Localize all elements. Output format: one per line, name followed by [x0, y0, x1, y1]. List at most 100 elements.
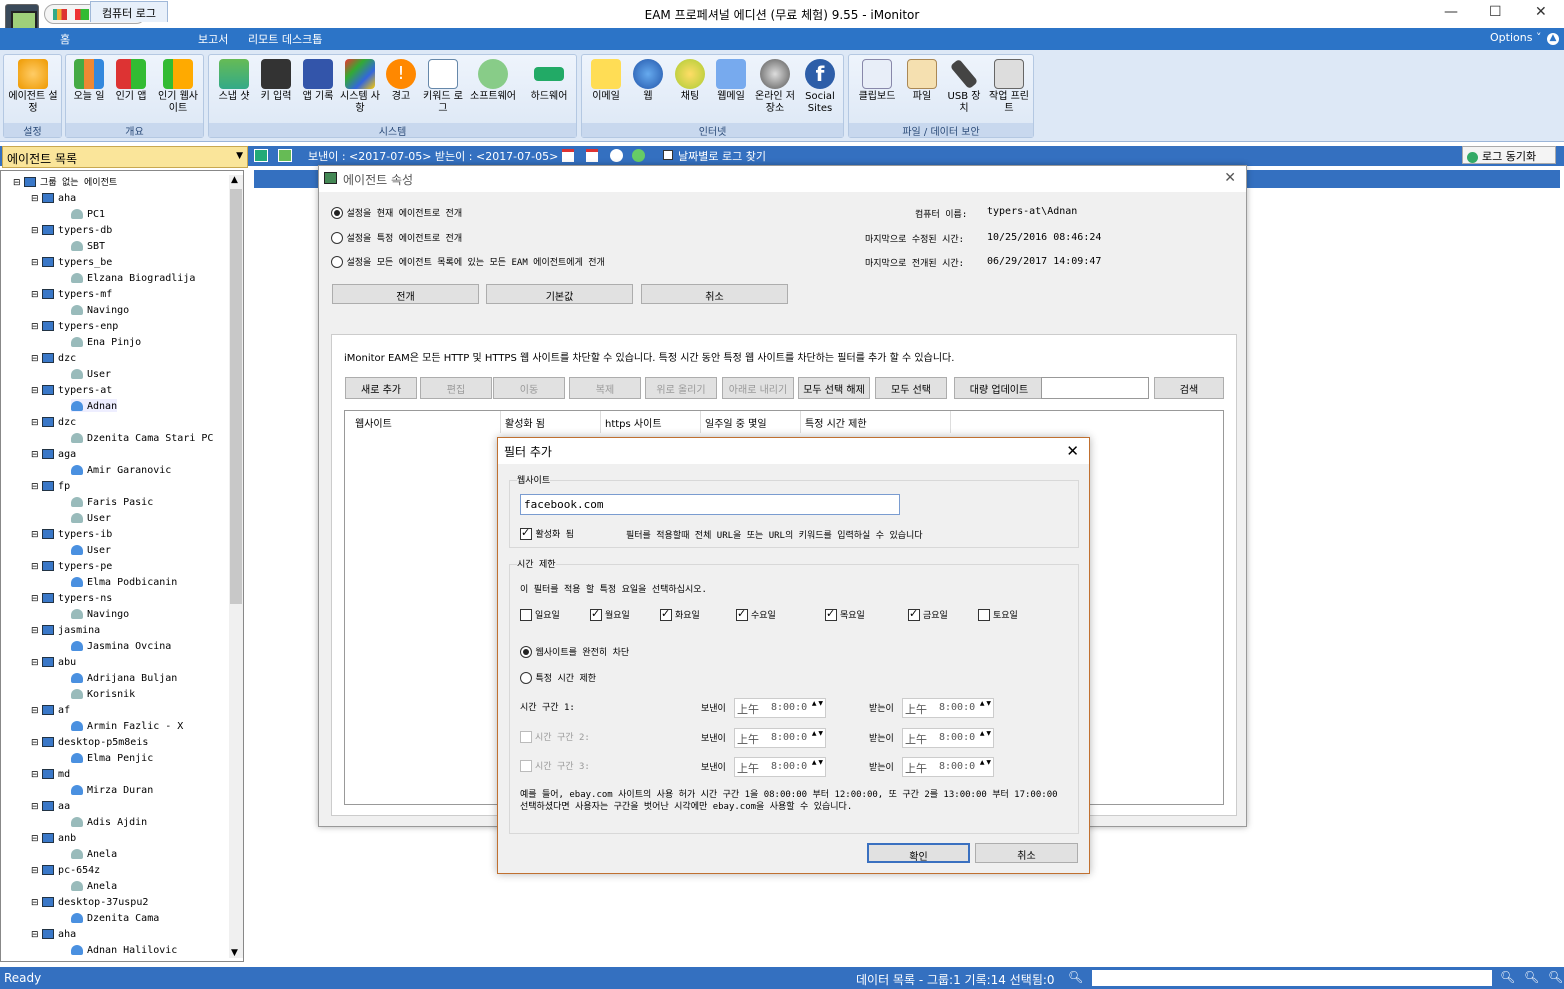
action-button[interactable]: 편집 [420, 377, 492, 399]
calendar-icon[interactable] [562, 149, 574, 162]
scroll-up-icon[interactable]: ▲ [231, 175, 238, 185]
go-icon[interactable] [632, 149, 645, 162]
action-button[interactable]: 이동 [493, 377, 565, 399]
dropdown-icon[interactable]: ▼ [236, 151, 243, 161]
tree-user[interactable]: SBT [71, 239, 105, 252]
checkbox[interactable] [660, 607, 672, 621]
tree-computer[interactable]: ⊟ typers-mf [31, 287, 112, 300]
tree-user[interactable]: PC1 [71, 207, 105, 220]
cancel-button[interactable]: 취소 [975, 843, 1078, 863]
spinner-icon[interactable]: ▲ ▼ [812, 729, 823, 738]
day-checkbox[interactable]: 화요일 [660, 607, 700, 621]
collapse-icon[interactable]: ⊟ [31, 930, 39, 940]
tree-computer[interactable]: ⊟ aga [31, 447, 76, 460]
snapshot-button[interactable]: 스냅 샷 [215, 59, 253, 103]
zoom-out-icon[interactable]: 🔍︎ [1500, 970, 1515, 984]
file-button[interactable]: 파일 [903, 59, 941, 103]
deploy-specific-option[interactable]: 설정을 특정 에이전트로 전개 [331, 231, 462, 244]
column-header[interactable]: 특정 시간 제한 [801, 411, 951, 433]
from-time-input[interactable]: 上午 8:00:0 ▲ ▼ [734, 698, 826, 718]
tree-user[interactable]: Anela [71, 879, 117, 892]
tree-user[interactable]: User [71, 367, 111, 380]
checkbox[interactable] [520, 526, 532, 540]
day-checkbox[interactable]: 목요일 [825, 607, 865, 621]
action-button[interactable]: 아래로 내리기 [722, 377, 794, 399]
deploy-current-option[interactable]: 설정을 현재 에이전트로 전개 [331, 206, 462, 219]
day-checkbox[interactable]: 수요일 [736, 607, 776, 621]
collapse-icon[interactable]: ⊟ [31, 386, 39, 396]
collapse-icon[interactable]: ⊟ [31, 802, 39, 812]
collapse-icon[interactable]: ⊟ [31, 290, 39, 300]
collapse-icon[interactable]: ⊟ [31, 738, 39, 748]
day-checkbox[interactable]: 토요일 [978, 608, 1018, 621]
column-header[interactable]: 웹사이트 [351, 411, 501, 433]
tree-computer[interactable]: ⊟ typers-pe [31, 559, 112, 572]
keystrokes-button[interactable]: 키 입력 [255, 59, 297, 103]
interval-checkbox[interactable] [520, 731, 532, 743]
tree-computer[interactable]: ⊟ typers-ib [31, 527, 112, 540]
collapse-icon[interactable]: ⊟ [31, 898, 39, 908]
spinner-icon[interactable]: ▲ ▼ [980, 729, 991, 738]
dialog-close-button[interactable]: ✕ [1066, 442, 1079, 460]
tree-user[interactable]: Navingo [71, 607, 129, 620]
collapse-icon[interactable]: ⊟ [31, 258, 39, 268]
chat-button[interactable]: 채팅 [670, 59, 710, 103]
collapse-icon[interactable]: ⊟ [13, 178, 21, 188]
website-input[interactable]: facebook.com [520, 494, 900, 515]
calendar-icon[interactable] [586, 149, 598, 162]
day-checkbox[interactable]: 금요일 [908, 607, 948, 621]
system-info-button[interactable]: 시스템 사항 [339, 59, 381, 115]
tree-user[interactable]: User [71, 511, 111, 524]
tree-computer[interactable]: ⊟ desktop-p5m8eis [31, 735, 148, 748]
collapse-icon[interactable]: ⊟ [31, 322, 39, 332]
interval-label[interactable]: 시간 구간 2: [520, 730, 590, 743]
collapse-icon[interactable]: ⊟ [31, 834, 39, 844]
software-button[interactable]: 소프트웨어 [465, 59, 521, 103]
options-menu[interactable]: Options ˅ [1490, 31, 1541, 44]
email-button[interactable]: 이메일 [586, 59, 626, 103]
column-header[interactable]: https 사이트 [601, 411, 701, 433]
keyword-log-button[interactable]: 키워드 로그 [421, 59, 465, 115]
tree-user[interactable]: Elma Penjic [71, 751, 153, 764]
spinner-icon[interactable]: ▲ ▼ [980, 699, 991, 708]
usb-device-button[interactable]: USB 장치 [943, 58, 985, 115]
minimize-button[interactable]: — [1444, 4, 1458, 20]
spinner-icon[interactable]: ▲ ▼ [980, 758, 991, 767]
radio[interactable] [331, 207, 343, 219]
checkbox[interactable] [736, 607, 748, 621]
from-time-input[interactable]: 上午 8:00:0 ▲ ▼ [734, 728, 826, 748]
column-header[interactable]: 일주일 중 몇일 [701, 411, 801, 433]
scroll-thumb[interactable] [230, 189, 242, 604]
tab-computer-log[interactable]: 컴퓨터 로그 [90, 1, 168, 22]
action-button[interactable]: 대량 업데이트 [954, 377, 1044, 399]
refresh-icon[interactable] [278, 149, 292, 162]
hardware-button[interactable]: 하드웨어 [523, 59, 575, 103]
column-header[interactable]: 활성화 됨 [501, 411, 601, 433]
collapse-icon[interactable]: ⊟ [31, 626, 39, 636]
tree-user[interactable]: Adis Ajdin [71, 815, 147, 828]
checkbox[interactable] [520, 609, 532, 621]
tree-computer[interactable]: ⊟ jasmina [31, 623, 100, 636]
interval-label[interactable]: 시간 구간 3: [520, 759, 590, 772]
cancel-button[interactable]: 취소 [641, 284, 788, 304]
tree-computer[interactable]: ⊟ typers-enp [31, 319, 118, 332]
tree-user[interactable]: Adnan [71, 399, 118, 412]
close-button[interactable]: ✕ [1535, 4, 1547, 20]
to-time-input[interactable]: 上午 8:00:0 ▲ ▼ [902, 728, 994, 748]
collapse-icon[interactable]: ⊟ [31, 770, 39, 780]
scroll-down-icon[interactable]: ▼ [231, 948, 238, 958]
tree-scrollbar[interactable]: ▲ ▼ [229, 175, 243, 958]
agent-tree[interactable]: ⊟ 그룹 없는 에이전트 ⊟ aha PC1 ⊟ typers-db SBT ⊟ type… [0, 170, 244, 962]
tree-user[interactable]: Dzenita Cama Stari PC [71, 431, 213, 444]
tree-computer[interactable]: ⊟ aha [31, 927, 76, 940]
tree-computer[interactable]: ⊟ typers_be [31, 255, 112, 268]
action-button[interactable]: 새로 추가 [345, 377, 417, 399]
date-range[interactable]: 보낸이 : <2017-07-05> 받는이 : <2017-07-05> [308, 148, 558, 164]
day-checkbox[interactable]: 일요일 [520, 608, 560, 621]
tree-computer[interactable]: ⊟ pc-654z [31, 863, 100, 876]
top-websites-button[interactable]: 인기 웹사이트 [154, 59, 202, 115]
from-time-input[interactable]: 上午 8:00:0 ▲ ▼ [734, 757, 826, 777]
collapse-icon[interactable]: ⊟ [31, 706, 39, 716]
checkbox[interactable] [908, 607, 920, 621]
tree-computer[interactable]: ⊟ md [31, 767, 70, 780]
